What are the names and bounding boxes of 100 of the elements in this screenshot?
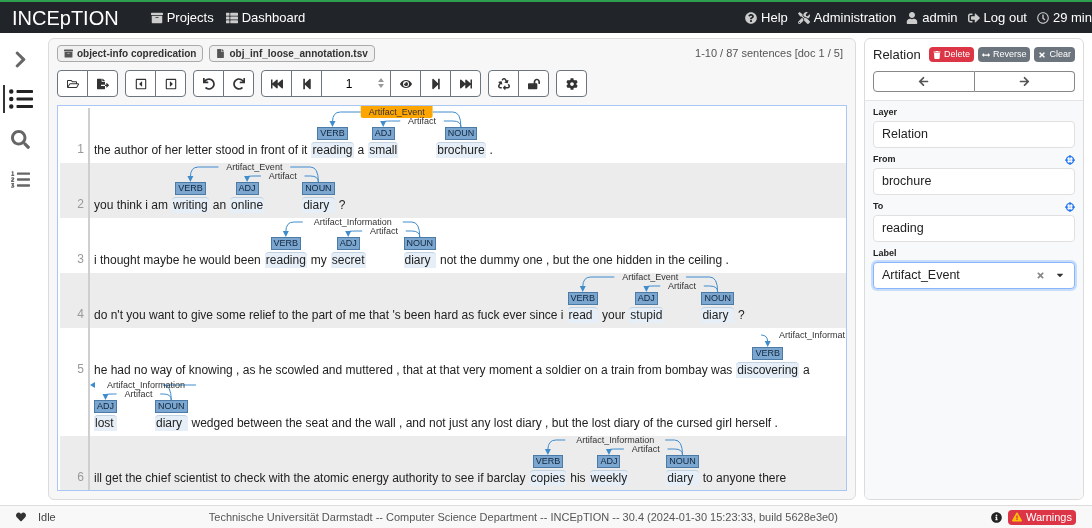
annotated-word[interactable]: secret [330, 252, 366, 268]
pos-tag[interactable]: NOUN [403, 237, 436, 250]
annotated-word[interactable]: writing [172, 197, 209, 213]
annotated-word[interactable]: discovering [736, 362, 800, 378]
unlock-button[interactable] [518, 70, 549, 97]
next-document-button[interactable] [155, 70, 186, 97]
pos-tag[interactable]: ADJ [597, 455, 621, 468]
clear-icon[interactable] [1036, 270, 1045, 280]
previous-document-button[interactable] [125, 70, 156, 97]
last-page-button[interactable] [450, 70, 481, 97]
annotated-word[interactable]: diary [403, 252, 436, 268]
pos-tag[interactable]: NOUN [155, 400, 188, 413]
annotated-word[interactable]: reading [264, 252, 307, 268]
brand-logo[interactable]: INCEpTION [12, 7, 119, 28]
pos-tag[interactable]: NOUN [444, 127, 478, 140]
breadcrumb-link[interactable]: object-info copredication [57, 45, 204, 62]
annotated-word[interactable]: reading [311, 142, 354, 158]
pos-tag[interactable]: VERB [317, 127, 348, 140]
annotated-word[interactable]: read [567, 307, 598, 323]
previous-button[interactable] [873, 70, 975, 92]
annotated-word[interactable]: small [368, 142, 399, 158]
page-field[interactable]: 1 [321, 70, 391, 97]
pos-tag[interactable]: ADJ [235, 182, 259, 195]
fast-backward-icon [270, 77, 283, 90]
annotated-word[interactable]: online [230, 197, 265, 213]
sentence-text: i thought maybe he would been [94, 253, 261, 267]
sentence-text: you think i am [94, 198, 169, 212]
label-field[interactable]: Artifact_Event [873, 261, 1075, 289]
pos-tag[interactable]: VERB [752, 347, 783, 360]
help-icon [745, 11, 758, 24]
pos-tag[interactable]: NOUN [666, 455, 699, 468]
spinner-icon[interactable] [377, 77, 385, 89]
pos-tag[interactable]: VERB [270, 237, 302, 250]
pos-tag[interactable]: ADJ [94, 400, 117, 413]
next-button[interactable] [974, 70, 1075, 92]
previous-page-button[interactable] [291, 70, 322, 97]
reverse-button[interactable]: Reverse [977, 47, 1031, 63]
sentence-text: ? [737, 308, 745, 322]
session-timer: 29 min [1036, 7, 1092, 28]
clear-button[interactable]: Clear [1034, 47, 1075, 63]
annotated-word[interactable]: lost [94, 415, 117, 431]
sentence-text: do n't you want to give some relief to the part of me that 's been hard as fuck ever since i [94, 308, 564, 322]
nav-link[interactable]: admin [906, 7, 958, 28]
annotated-word[interactable]: brochure [436, 142, 486, 158]
sentence-text: his [570, 471, 586, 485]
annotated-word[interactable]: diary [155, 415, 188, 431]
annotated-word[interactable]: stupid [629, 307, 664, 323]
archive-icon [64, 49, 73, 58]
pos-tag[interactable]: VERB [567, 292, 598, 305]
clock-icon [1036, 11, 1049, 24]
open-button[interactable] [57, 70, 88, 97]
close-icon [1038, 50, 1047, 59]
sentence-text: the author of her letter stood in front of it [94, 143, 308, 157]
recycle-button[interactable] [488, 70, 519, 97]
breadcrumb-link[interactable]: obj_inf_loose_annotation.tsv [209, 45, 375, 62]
sentence-text: ill get the chief scientist to check with the atomic energy authority to see if barclay [94, 471, 526, 485]
sentence-counter: 1-10 / 87 sentences [doc 1 / 5] [695, 46, 843, 61]
sentence-text: your [602, 308, 626, 322]
next-page-button[interactable] [420, 70, 451, 97]
status-text: Idle [38, 509, 56, 525]
nav-link[interactable]: Administration [797, 7, 897, 28]
delete-button[interactable]: Delete [928, 47, 974, 63]
endpoint-field[interactable]: reading [873, 214, 1075, 242]
pos-tag[interactable]: ADJ [371, 127, 395, 140]
folder-icon [66, 77, 79, 90]
field-label: Label [873, 246, 897, 260]
arrow-left-icon [918, 75, 930, 87]
nav-link[interactable]: Log out [967, 7, 1027, 28]
annotated-word[interactable]: diary [701, 307, 734, 323]
file-export-icon [96, 77, 109, 90]
nav-link[interactable]: Help [745, 7, 788, 28]
unlock-icon [527, 77, 540, 90]
undo-button[interactable] [193, 70, 224, 97]
fast-forward-icon [459, 77, 472, 90]
annotated-word[interactable]: copies [529, 470, 567, 486]
annotated-word[interactable]: diary [302, 197, 335, 213]
endpoint-field[interactable]: brochure [873, 167, 1075, 195]
redo-icon [232, 77, 245, 90]
pos-tag[interactable]: NOUN [302, 182, 335, 195]
nav-link[interactable]: Dashboard [225, 7, 306, 28]
redo-button[interactable] [223, 70, 254, 97]
crosshair-icon[interactable] [1065, 154, 1075, 165]
warning-icon [1011, 512, 1022, 522]
pos-tag[interactable]: NOUN [701, 292, 734, 305]
warnings-badge[interactable]: Warnings [1007, 509, 1076, 525]
pos-tag[interactable]: VERB [532, 455, 564, 468]
tools-icon [797, 11, 810, 24]
pos-tag[interactable]: VERB [175, 182, 206, 195]
layer-field[interactable]: Relation [873, 120, 1075, 148]
settings-button[interactable] [556, 70, 587, 97]
first-page-button[interactable] [261, 70, 292, 97]
pos-tag[interactable]: ADJ [634, 292, 658, 305]
crosshair-icon[interactable] [1065, 201, 1075, 212]
pos-tag[interactable]: ADJ [336, 237, 360, 250]
annotated-word[interactable]: weekly [589, 470, 629, 486]
info-icon[interactable] [990, 511, 1002, 523]
annotated-word[interactable]: diary [666, 470, 699, 486]
nav-link[interactable]: Projects [150, 7, 214, 28]
export-button[interactable] [87, 70, 118, 97]
settings-icon [565, 77, 578, 90]
